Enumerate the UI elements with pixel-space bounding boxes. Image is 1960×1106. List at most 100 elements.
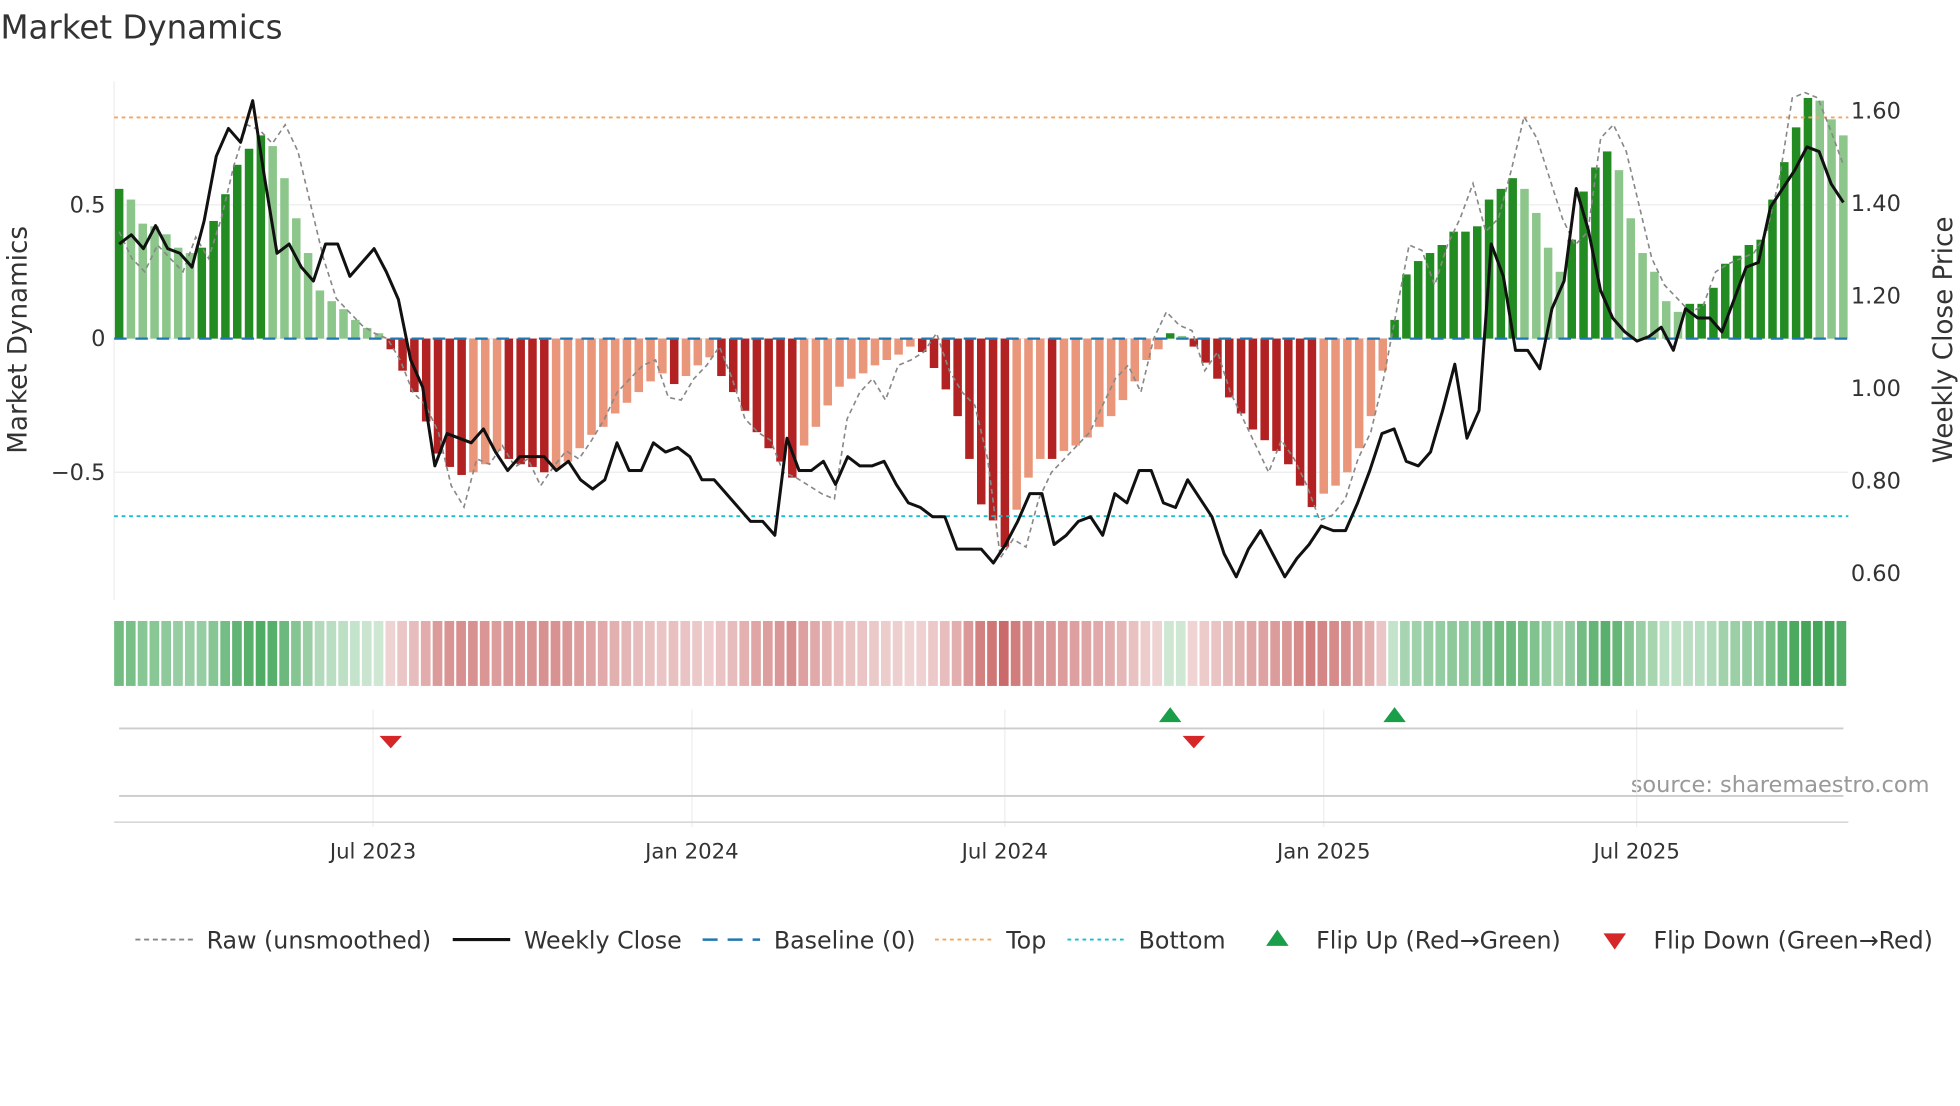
heat-strip-cell: [444, 620, 455, 686]
dynamics-bar: [1272, 338, 1281, 451]
heat-strip-cell: [762, 620, 773, 686]
heat-strip-cell: [1022, 620, 1033, 686]
heat-strip-cell: [1824, 620, 1835, 686]
heat-strip-cell: [928, 620, 938, 686]
heat-strip-cell: [1246, 620, 1257, 686]
dynamics-bar: [1839, 135, 1848, 339]
heat-strip-cell: [1175, 620, 1186, 686]
heat-strip-cell: [432, 620, 443, 686]
heat-strip-cell: [821, 620, 832, 686]
x-tick-label: Jan 2025: [1275, 839, 1371, 864]
flip-up-marker: [1383, 707, 1406, 723]
dynamics-bar: [1118, 338, 1128, 401]
dynamics-bar: [197, 247, 207, 339]
heat-strip-cell: [1718, 620, 1729, 686]
heat-strip-cell: [892, 620, 903, 686]
heat-strip-cell: [1612, 620, 1623, 686]
heat-strip-cell: [1411, 620, 1422, 686]
dynamics-bar: [1236, 338, 1246, 414]
dynamics-bar: [1744, 245, 1754, 339]
heat-strip-cell: [468, 620, 478, 686]
legend-item-up: Flip Up (Red→Green): [1266, 926, 1561, 954]
heat-strip-cell: [503, 620, 514, 686]
heat-strip-cell: [963, 620, 974, 686]
dynamics-bar: [1106, 338, 1116, 417]
dynamics-bar: [1638, 253, 1647, 339]
dynamics-bar: [445, 338, 455, 467]
heat-strip-cell: [314, 620, 325, 686]
dynamics-bar: [1803, 97, 1813, 339]
heat-strip-cell: [880, 620, 891, 686]
heat-strip-cell: [609, 620, 620, 686]
dynamics-bar: [1827, 119, 1836, 339]
dynamics-bar: [953, 338, 962, 417]
heat-strip-cell: [208, 620, 219, 686]
dynamics-bar: [587, 338, 596, 435]
heat-strip-cell: [149, 620, 160, 686]
dynamics-bar: [563, 338, 573, 462]
dynamics-bar: [315, 290, 325, 339]
dynamics-bar: [669, 338, 679, 385]
heat-strip-cell: [420, 620, 431, 686]
heat-strip-cell: [1364, 620, 1375, 686]
dynamics-bar: [540, 338, 549, 473]
dynamics-bar: [752, 338, 762, 433]
heat-strip-cell: [656, 620, 667, 686]
heat-strip-cell: [1836, 620, 1847, 686]
heat-strip-cell: [1624, 620, 1634, 686]
dynamics-bar: [847, 338, 856, 379]
dynamics-bar: [480, 338, 490, 465]
dynamics-bar: [740, 338, 750, 411]
heat-strip-cell: [1388, 620, 1398, 686]
dynamics-bar: [516, 338, 525, 465]
dynamics-bar: [232, 164, 242, 339]
heat-strip-cell: [491, 620, 502, 686]
heat-strip-cell: [845, 620, 856, 686]
heat-strip-cell: [774, 620, 785, 686]
heat-strip-cell: [1470, 620, 1481, 686]
heat-strip-cell: [279, 620, 289, 686]
dynamics-bar: [705, 338, 714, 358]
heat-strip-cell: [361, 620, 372, 686]
heat-strip-cell: [751, 620, 761, 686]
flip-down-marker: [1182, 735, 1206, 749]
heat-strip-cell: [904, 620, 915, 686]
heat-strip-cell: [1282, 620, 1292, 686]
heat-strip-cell: [1683, 620, 1693, 686]
heat-strip-cell: [243, 620, 254, 686]
heat-strip-cell: [633, 620, 643, 686]
heat-strip-cell: [1352, 620, 1363, 686]
dynamics-bar: [1295, 338, 1305, 486]
dynamics-bar: [1047, 338, 1057, 459]
heat-strip-cell: [1447, 620, 1457, 686]
heat-strip-cell: [1801, 620, 1811, 686]
legend-label: Bottom: [1139, 926, 1226, 954]
dynamics-bar: [835, 338, 844, 387]
dynamics-bar: [1413, 261, 1423, 339]
heat-strip-cell: [586, 620, 596, 686]
dynamics-bar: [941, 338, 951, 390]
dynamics-bar: [1201, 338, 1210, 363]
dynamics-bar: [988, 338, 998, 521]
heat-strip-cell: [998, 620, 1009, 686]
dynamics-bar: [1366, 338, 1376, 417]
heat-strip-cell: [173, 620, 183, 686]
y2-tick-label: 1.00: [1851, 376, 1901, 402]
heat-strip-cell: [975, 620, 986, 686]
legend-item-bottom: Bottom: [1067, 926, 1226, 954]
dynamics-bar: [1083, 338, 1092, 438]
heat-strip-cell: [409, 620, 419, 686]
y-axis-label: Market Dynamics: [4, 226, 34, 454]
heat-strip-cell: [220, 620, 230, 686]
dynamics-bar: [1473, 226, 1482, 339]
dynamics-bar: [138, 223, 148, 339]
dynamics-bar: [528, 338, 537, 467]
dynamics-bar: [1626, 218, 1636, 339]
dynamics-bar: [433, 338, 443, 454]
heat-strip-cell: [1010, 620, 1021, 686]
y2-tick-label: 1.40: [1851, 191, 1901, 217]
y2-tick-label: 1.60: [1851, 99, 1901, 125]
legend-item-raw: Raw (unsmoothed): [135, 926, 431, 954]
dynamics-bar: [351, 319, 360, 339]
heat-strip-cell: [1305, 620, 1316, 686]
